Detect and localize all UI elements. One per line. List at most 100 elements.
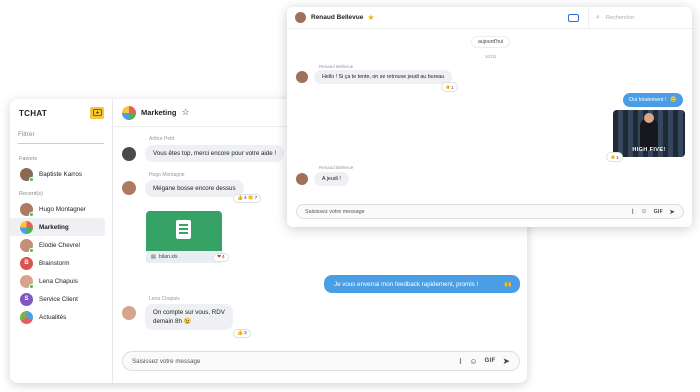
- file-icon: ▤: [151, 254, 156, 260]
- thumbs-up-icon: 👍: [237, 196, 243, 201]
- message-text: Je vous enverrai mon feedback rapidement…: [334, 280, 479, 288]
- avatar: [122, 147, 136, 161]
- video-call-icon[interactable]: [568, 14, 579, 22]
- sidebar-item-hugo-montagner[interactable]: Hugo Montagner: [10, 200, 112, 218]
- message-bubble: On compte sur vous, RDV demain 8h 😉: [145, 304, 233, 330]
- sidebar-item-label: Elodie Chevrel: [39, 241, 80, 249]
- reaction-chip[interactable]: 👍 3: [233, 329, 251, 338]
- composer-tools: ⌇ ☺ GIF ➤: [458, 356, 510, 367]
- message-author: Lena Chapuis: [149, 296, 180, 302]
- sidebar-item-marketing[interactable]: Marketing: [10, 218, 105, 236]
- gif-button[interactable]: GIF: [485, 358, 496, 364]
- avatar: [20, 202, 34, 217]
- favorite-star-icon[interactable]: ★: [367, 13, 374, 22]
- attachment-icon[interactable]: ⌇: [631, 208, 634, 216]
- reaction-chip[interactable]: 👍 1: [606, 152, 623, 162]
- own-message-bubble: Oui totalement ! 😊: [623, 93, 684, 107]
- reaction-count: 4: [243, 196, 247, 201]
- reaction-chip[interactable]: 👍 1: [441, 82, 458, 92]
- initial-avatar: B: [20, 256, 33, 270]
- online-status-dot: [29, 211, 34, 217]
- gif-figure-head: [644, 113, 654, 123]
- search-placeholder: Rechercher: [605, 15, 635, 21]
- gif-caption: HIGH FIVE!: [632, 147, 666, 153]
- message-bubble: A jeudi !: [314, 172, 349, 186]
- reaction-count: 3: [243, 331, 247, 336]
- composer-tools: ⌇ ☺ GIF ➤: [631, 208, 675, 216]
- reaction-count: 4: [222, 255, 225, 260]
- thumbs-up-icon: 👍: [610, 154, 616, 159]
- sidebar-item-label: Lena Chapuis: [39, 277, 78, 285]
- message-text: Oui totalement !: [629, 97, 667, 103]
- avatar: [20, 238, 34, 253]
- avatar: [20, 274, 34, 289]
- online-status-dot: [29, 176, 34, 182]
- app-title: TCHAT: [19, 108, 48, 118]
- new-chat-icon[interactable]: [90, 107, 104, 119]
- own-message-bubble: Je vous enverrai mon feedback rapidement…: [324, 275, 520, 293]
- reaction-chip[interactable]: 👍 4 👏 7: [233, 194, 262, 203]
- send-icon[interactable]: ➤: [669, 208, 675, 216]
- message-author: Hugo Montagne: [149, 172, 185, 178]
- favorite-star-icon[interactable]: ☆: [181, 107, 189, 118]
- wink-icon: 😉: [183, 318, 192, 325]
- sidebar-header: TCHAT: [10, 99, 112, 127]
- avatar-initial: B: [24, 260, 29, 266]
- filter-input[interactable]: Filtrer: [18, 131, 104, 144]
- search-input[interactable]: ⌕ Rechercher: [588, 7, 692, 29]
- avatar: [295, 12, 306, 23]
- avatar-initial: S: [24, 296, 29, 302]
- message-composer[interactable]: Saisissez votre message ⌇ ☺ GIF ➤: [122, 351, 520, 371]
- avatar: [122, 181, 136, 195]
- sidebar-item-brainstorm[interactable]: B Brainstorm: [10, 254, 112, 272]
- date-separator: aujourd'hui: [471, 36, 511, 48]
- message-author: Renaud Bellevue: [319, 165, 354, 170]
- message-composer[interactable]: Saisissez votre message ⌇ ☺ GIF ➤: [296, 204, 684, 219]
- avatar: [296, 173, 308, 185]
- sidebar-item-label: Baptiste Karros: [39, 170, 83, 178]
- message-text: On compte sur vous, RDV: [153, 309, 225, 316]
- clap-icon: 👏: [247, 196, 254, 201]
- recents-heading: Recent(s): [19, 191, 43, 197]
- contact-name: Renaud Bellevue: [311, 14, 364, 21]
- conversation-title: Marketing: [141, 108, 177, 117]
- group-avatar: [20, 220, 33, 234]
- sidebar-item-label: Hugo Montagner: [39, 205, 86, 213]
- emoji-icon[interactable]: ☺: [640, 208, 647, 215]
- sidebar-item-label: Brainstorm: [39, 259, 70, 267]
- avatar: [20, 167, 34, 182]
- reaction-chip[interactable]: ❤ 4: [213, 253, 229, 262]
- sidebar-item-actualites[interactable]: Actualités: [10, 308, 112, 326]
- search-icon: ⌕: [596, 14, 600, 21]
- sidebar-item-lena-chapuis[interactable]: Lena Chapuis: [10, 272, 112, 290]
- sidebar-item-service-client[interactable]: S Service Client: [10, 290, 112, 308]
- sidebar-item-baptiste-karros[interactable]: Baptiste Karros: [10, 165, 112, 183]
- sidebar-item-elodie-chevrel[interactable]: Elodie Chevrel: [10, 236, 112, 254]
- avatar: [122, 306, 136, 320]
- attachment-icon[interactable]: ⌇: [458, 357, 462, 366]
- favorites-heading: Favoris: [19, 156, 38, 162]
- raised-hands-icon: 🙌: [504, 281, 512, 288]
- direct-chat-window: Renaud Bellevue ★ ⌕ Rechercher aujourd'h…: [287, 7, 692, 227]
- message-author: Renaud Bellevue: [319, 64, 354, 69]
- group-avatar: [20, 310, 33, 324]
- composer-input[interactable]: Saisissez votre message: [132, 358, 200, 365]
- avatar: [296, 71, 308, 83]
- message-bubble: Hello ! Si ça te tente, on se retrouve j…: [314, 70, 453, 84]
- sidebar-item-label: Actualités: [39, 313, 67, 321]
- gif-image[interactable]: HIGH FIVE!: [613, 110, 685, 157]
- message-time: 10:01: [485, 54, 497, 59]
- file-attachment-card[interactable]: ▤ bilan.xls: [146, 211, 222, 263]
- reaction-count: 1: [616, 154, 619, 160]
- gif-button[interactable]: GIF: [654, 209, 664, 215]
- online-status-dot: [29, 247, 34, 253]
- file-name: bilan.xls: [158, 254, 178, 260]
- emoji-icon[interactable]: ☺: [469, 357, 477, 366]
- initial-avatar: S: [20, 292, 33, 306]
- group-avatar: [122, 105, 136, 120]
- composer-input[interactable]: Saisissez votre message: [305, 209, 365, 215]
- online-status-dot: [29, 283, 34, 289]
- reaction-count: 7: [254, 196, 258, 201]
- sidebar: TCHAT Filtrer Favoris Baptiste Karros Re…: [10, 99, 113, 383]
- send-icon[interactable]: ➤: [502, 356, 510, 367]
